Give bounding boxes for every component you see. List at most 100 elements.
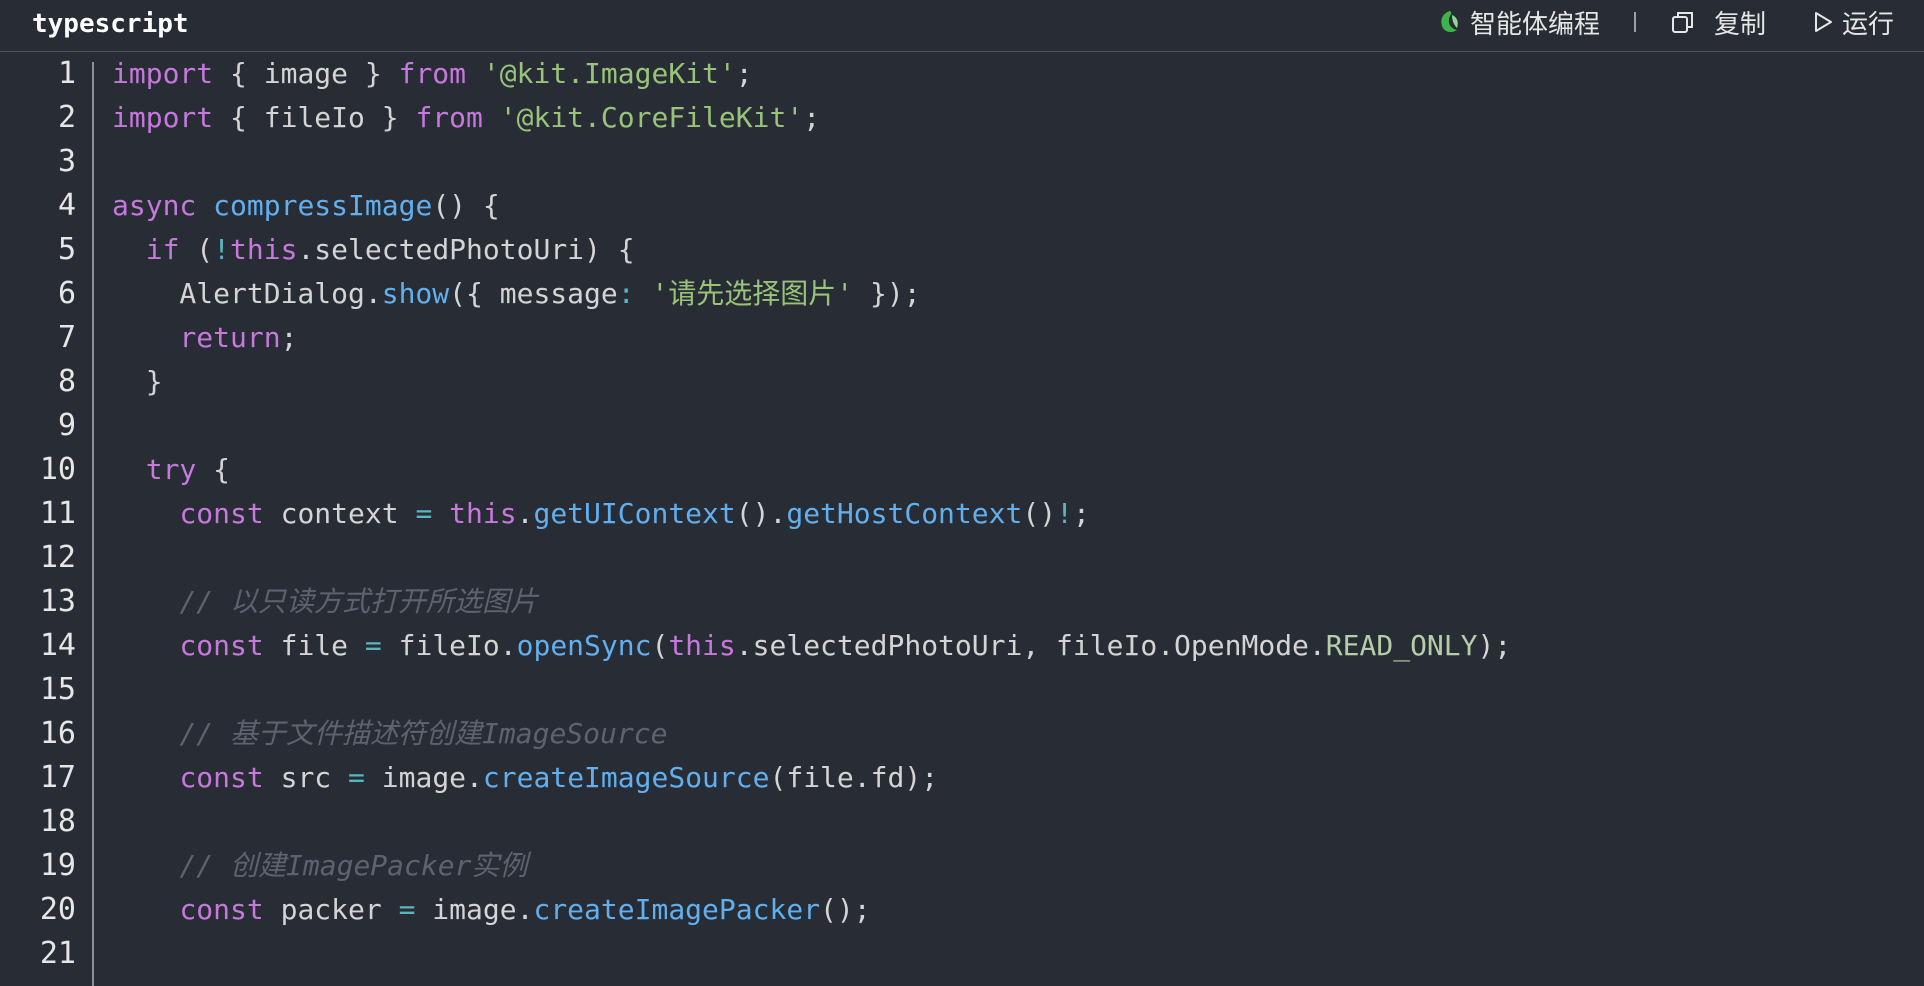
code-line: 1 import { image } from '@kit.ImageKit';: [0, 52, 1924, 96]
code-token: // 基于文件描述符创建ImageSource: [179, 717, 668, 750]
copy-button[interactable]: 复制: [1670, 4, 1766, 41]
code-token: // 创建ImagePacker实例: [179, 849, 528, 882]
code-token: =: [415, 497, 433, 530]
code-token: async: [112, 189, 197, 222]
code-text: const src = image.createImageSource(file…: [112, 756, 938, 800]
code-text: // 创建ImagePacker实例: [112, 844, 527, 888]
code-token: {: [196, 453, 231, 486]
code-text: const context = this.getUIContext().getH…: [112, 492, 1089, 536]
code-token: createImageSource: [482, 761, 770, 794]
code-token: (file.fd);: [769, 761, 939, 794]
line-number: 21: [39, 936, 76, 971]
run-label: 运行: [1841, 9, 1894, 40]
copy-icon: [1671, 12, 1693, 33]
code-token: ;: [803, 101, 821, 134]
code-token: const: [179, 497, 264, 530]
code-line: 9: [0, 404, 1924, 448]
code-line: 8 }: [0, 360, 1924, 404]
code-token: =: [364, 629, 382, 662]
code-token: (: [651, 629, 669, 662]
header-actions: 智能体编程 复制 运行: [1438, 0, 1894, 44]
line-number: 3: [57, 144, 76, 179]
line-number: 17: [39, 760, 76, 795]
code-token: image.: [364, 761, 483, 794]
code-text: try {: [112, 448, 230, 492]
code-token: { fileIo }: [213, 101, 416, 134]
code-token: .: [516, 497, 534, 530]
code-token: { image }: [213, 57, 399, 90]
code-token: context: [263, 497, 416, 530]
code-line: 11 const context = this.getUIContext().g…: [0, 492, 1924, 536]
code-token: getUIContext: [533, 497, 736, 530]
line-number: 8: [57, 364, 76, 399]
code-text: }: [112, 360, 163, 404]
code-line: 18: [0, 800, 1924, 844]
code-token: );: [1477, 629, 1512, 662]
code-line: 7 return;: [0, 316, 1924, 360]
code-line: 10 try {: [0, 448, 1924, 492]
code-token: show: [381, 277, 450, 310]
code-token: import: [112, 57, 214, 90]
line-number: 16: [39, 716, 76, 751]
code-token: !: [213, 233, 231, 266]
code-block-header: typescript 智能体编程 复制 运行: [0, 0, 1924, 52]
code-token: ({ message: [449, 277, 618, 310]
code-line: 17 const src = image.createImageSource(f…: [0, 756, 1924, 800]
code-token: (): [1022, 497, 1057, 530]
code-line: 2 import { fileIo } from '@kit.CoreFileKi…: [0, 96, 1924, 140]
code-token: .selectedPhotoUri, fileIo.OpenMode.: [735, 629, 1326, 662]
line-number: 19: [39, 848, 76, 883]
code-line: 4 async compressImage() {: [0, 184, 1924, 228]
line-number: 10: [39, 452, 76, 487]
code-token: this: [230, 233, 298, 266]
agent-coding-button[interactable]: 智能体编程: [1438, 4, 1600, 41]
agent-logo-icon: [1441, 11, 1458, 33]
line-number: 9: [57, 408, 76, 443]
code-token: ().: [735, 497, 787, 530]
code-text: AlertDialog.show({ message: '请先选择图片' });: [112, 272, 920, 316]
code-token: READ_ONLY: [1325, 629, 1478, 662]
code-token: if: [145, 233, 180, 266]
code-token: (: [179, 233, 214, 266]
code-token: .selectedPhotoUri) {: [297, 233, 635, 266]
agent-coding-label: 智能体编程: [1469, 9, 1600, 40]
code-token: :: [617, 277, 635, 310]
line-number: 11: [39, 496, 76, 531]
code-token: const: [179, 629, 264, 662]
code-token: image.: [415, 893, 534, 926]
code-area[interactable]: 1 import { image } from '@kit.ImageKit'; 2…: [0, 52, 1924, 986]
line-number: 14: [39, 628, 76, 663]
code-token: openSync: [516, 629, 652, 662]
run-button[interactable]: 运行: [1812, 4, 1894, 41]
code-text: // 以只读方式打开所选图片: [112, 580, 538, 624]
code-token: getHostContext: [786, 497, 1023, 530]
line-number: 12: [39, 540, 76, 575]
code-text: return;: [112, 316, 297, 360]
code-text: // 基于文件描述符创建ImageSource: [112, 712, 667, 756]
code-token: import: [112, 101, 214, 134]
code-line: 16 // 基于文件描述符创建ImageSource: [0, 712, 1924, 756]
code-text: import { fileIo } from '@kit.CoreFileKit…: [112, 96, 820, 140]
code-line: 15: [0, 668, 1924, 712]
line-number: 1: [57, 56, 76, 91]
line-number: 4: [57, 188, 76, 223]
line-number: 6: [57, 276, 76, 311]
code-line: 21: [0, 932, 1924, 976]
code-token: const: [179, 893, 264, 926]
line-number: 2: [57, 100, 76, 135]
code-token: createImagePacker: [533, 893, 821, 926]
code-token: ;: [735, 57, 753, 90]
code-line: 13 // 以只读方式打开所选图片: [0, 580, 1924, 624]
code-token: file: [263, 629, 365, 662]
line-number: 7: [57, 320, 76, 355]
code-line: 5 if (!this.selectedPhotoUri) {: [0, 228, 1924, 272]
code-token: ();: [820, 893, 871, 926]
